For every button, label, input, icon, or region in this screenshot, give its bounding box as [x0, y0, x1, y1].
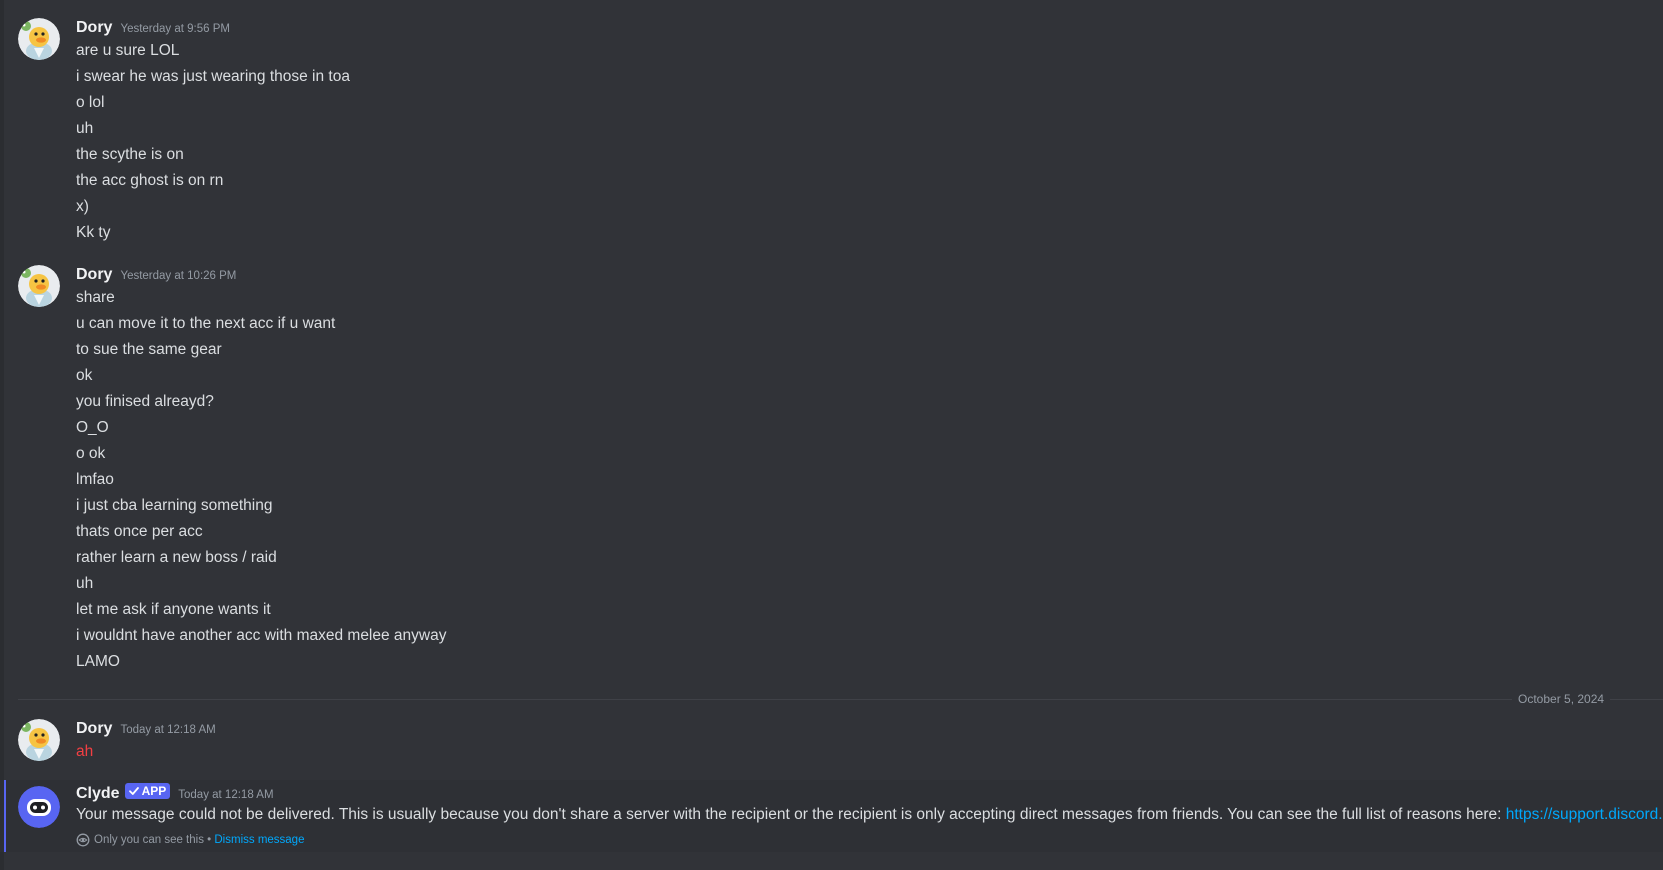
message-text: the acc ghost is on rn [76, 172, 224, 189]
message-text: you finised alreayd? [76, 393, 214, 410]
system-message-text: Your message could not be delivered. Thi… [76, 804, 1663, 826]
message-text: rather learn a new boss / raid [76, 549, 277, 566]
message-text: o ok [76, 445, 106, 462]
date-divider-line [18, 699, 1663, 700]
message-text: u can move it to the next acc if u want [76, 315, 336, 332]
message-timestamp[interactable]: Yesterday at 9:56 PM [120, 19, 230, 39]
message-timestamp[interactable]: Today at 12:18 AM [178, 785, 273, 805]
message-text: i swear he was just wearing those in toa [76, 68, 350, 85]
system-message-body: Your message could not be delivered. Thi… [76, 806, 1506, 823]
message-timestamp[interactable]: Yesterday at 10:26 PM [120, 266, 236, 286]
chat-area: Dory Yesterday at 9:56 PM are u sure LOL… [0, 0, 1663, 870]
verified-check-icon [128, 787, 139, 795]
ephemeral-highlight-bar [4, 780, 6, 852]
channel-edge [0, 0, 4, 870]
system-message: Clyde APP Today at 12:18 AM Your message… [0, 780, 1663, 852]
clyde-bot-icon[interactable] [18, 786, 60, 828]
message-header: Clyde APP Today at 12:18 AM [76, 783, 274, 805]
message-text: o lol [76, 94, 105, 111]
message-text: share [76, 289, 115, 306]
message-text: are u sure LOL [76, 42, 180, 59]
message-lines: share u can move it to the next acc if u… [76, 285, 446, 675]
message-lines: ah [76, 739, 93, 765]
visibility-note: Only you can see this [94, 834, 204, 846]
message-text: thats once per acc [76, 523, 203, 540]
duck-avatar-icon[interactable] [18, 18, 60, 60]
app-badge: APP [124, 783, 171, 799]
message-text: i wouldnt have another acc with maxed me… [76, 627, 447, 644]
message-text: uh [76, 575, 94, 592]
message-text: to sue the same gear [76, 341, 222, 358]
message-header: Dory Yesterday at 10:26 PM [76, 265, 236, 285]
message-text: uh [76, 120, 94, 137]
app-badge-label: APP [141, 784, 167, 798]
username[interactable]: Dory [76, 719, 112, 739]
message-header: Dory Yesterday at 9:56 PM [76, 18, 230, 38]
message-text: the scythe is on [76, 146, 184, 163]
eye-icon [76, 833, 90, 847]
message-lines: are u sure LOL i swear he was just weari… [76, 38, 350, 246]
dismiss-message-link[interactable]: Dismiss message [214, 832, 304, 848]
message-text: LAMO [76, 653, 120, 670]
message-text: let me ask if anyone wants it [76, 601, 271, 618]
duck-avatar-icon[interactable] [18, 719, 60, 761]
failed-message-text: ah [76, 743, 94, 760]
message-text: ok [76, 367, 93, 384]
message-text: x) [76, 198, 89, 215]
message-timestamp[interactable]: Today at 12:18 AM [120, 720, 215, 740]
message-header: Dory Today at 12:18 AM [76, 719, 216, 739]
username[interactable]: Dory [76, 18, 112, 38]
support-link[interactable]: https://support.discord.com [1506, 806, 1663, 823]
message-text: i just cba learning something [76, 497, 273, 514]
message-text: O_O [76, 419, 109, 436]
username[interactable]: Dory [76, 265, 112, 285]
username[interactable]: Clyde [76, 784, 120, 804]
ephemeral-note: Only you can see this • Dismiss message [76, 832, 304, 848]
date-divider-label: October 5, 2024 [1512, 691, 1611, 707]
message-text: lmfao [76, 471, 114, 488]
message-text: Kk ty [76, 224, 111, 241]
duck-avatar-icon[interactable] [18, 265, 60, 307]
separator-dot: • [203, 834, 215, 846]
